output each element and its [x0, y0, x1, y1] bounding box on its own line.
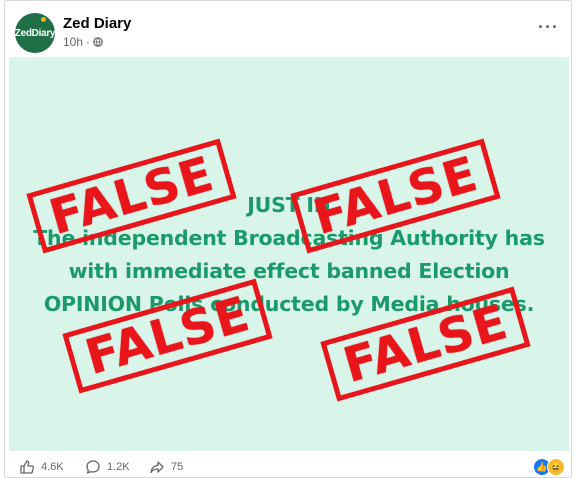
logo-dot-icon — [41, 17, 46, 22]
avatar-logo-text: ZedDiary — [14, 27, 56, 39]
share-count: 75 — [171, 461, 184, 473]
post-header: ZedDiary Zed Diary 10h · ··· — [14, 11, 565, 53]
globe-icon — [93, 37, 103, 47]
post-time[interactable]: 10h — [63, 35, 83, 49]
more-options-button[interactable]: ··· — [538, 17, 559, 38]
like-count: 4.6K — [41, 461, 64, 473]
headline-line: with immediate effect banned Election — [68, 259, 510, 283]
post-card: ZedDiary Zed Diary 10h · ··· JUST IN The… — [4, 0, 572, 478]
thumbs-up-icon — [20, 460, 34, 474]
meta-separator: · — [86, 35, 91, 49]
reaction-summary[interactable]: 👍 😆 — [533, 458, 565, 476]
post-footer: 4.6K 1.2K 75 👍 😆 — [19, 458, 565, 477]
comment-icon — [86, 460, 100, 474]
avatar[interactable]: ZedDiary — [14, 13, 56, 53]
share-button[interactable]: 75 — [149, 459, 183, 475]
share-icon — [150, 461, 164, 474]
comment-button[interactable]: 1.2K — [85, 459, 130, 475]
post-image[interactable]: JUST IN The independent Broadcasting Aut… — [9, 57, 569, 451]
comment-count: 1.2K — [107, 461, 130, 473]
page-name[interactable]: Zed Diary — [63, 15, 131, 32]
like-button[interactable]: 4.6K — [19, 459, 64, 475]
haha-reaction-icon: 😆 — [547, 458, 565, 476]
post-meta: 10h · — [63, 35, 103, 49]
